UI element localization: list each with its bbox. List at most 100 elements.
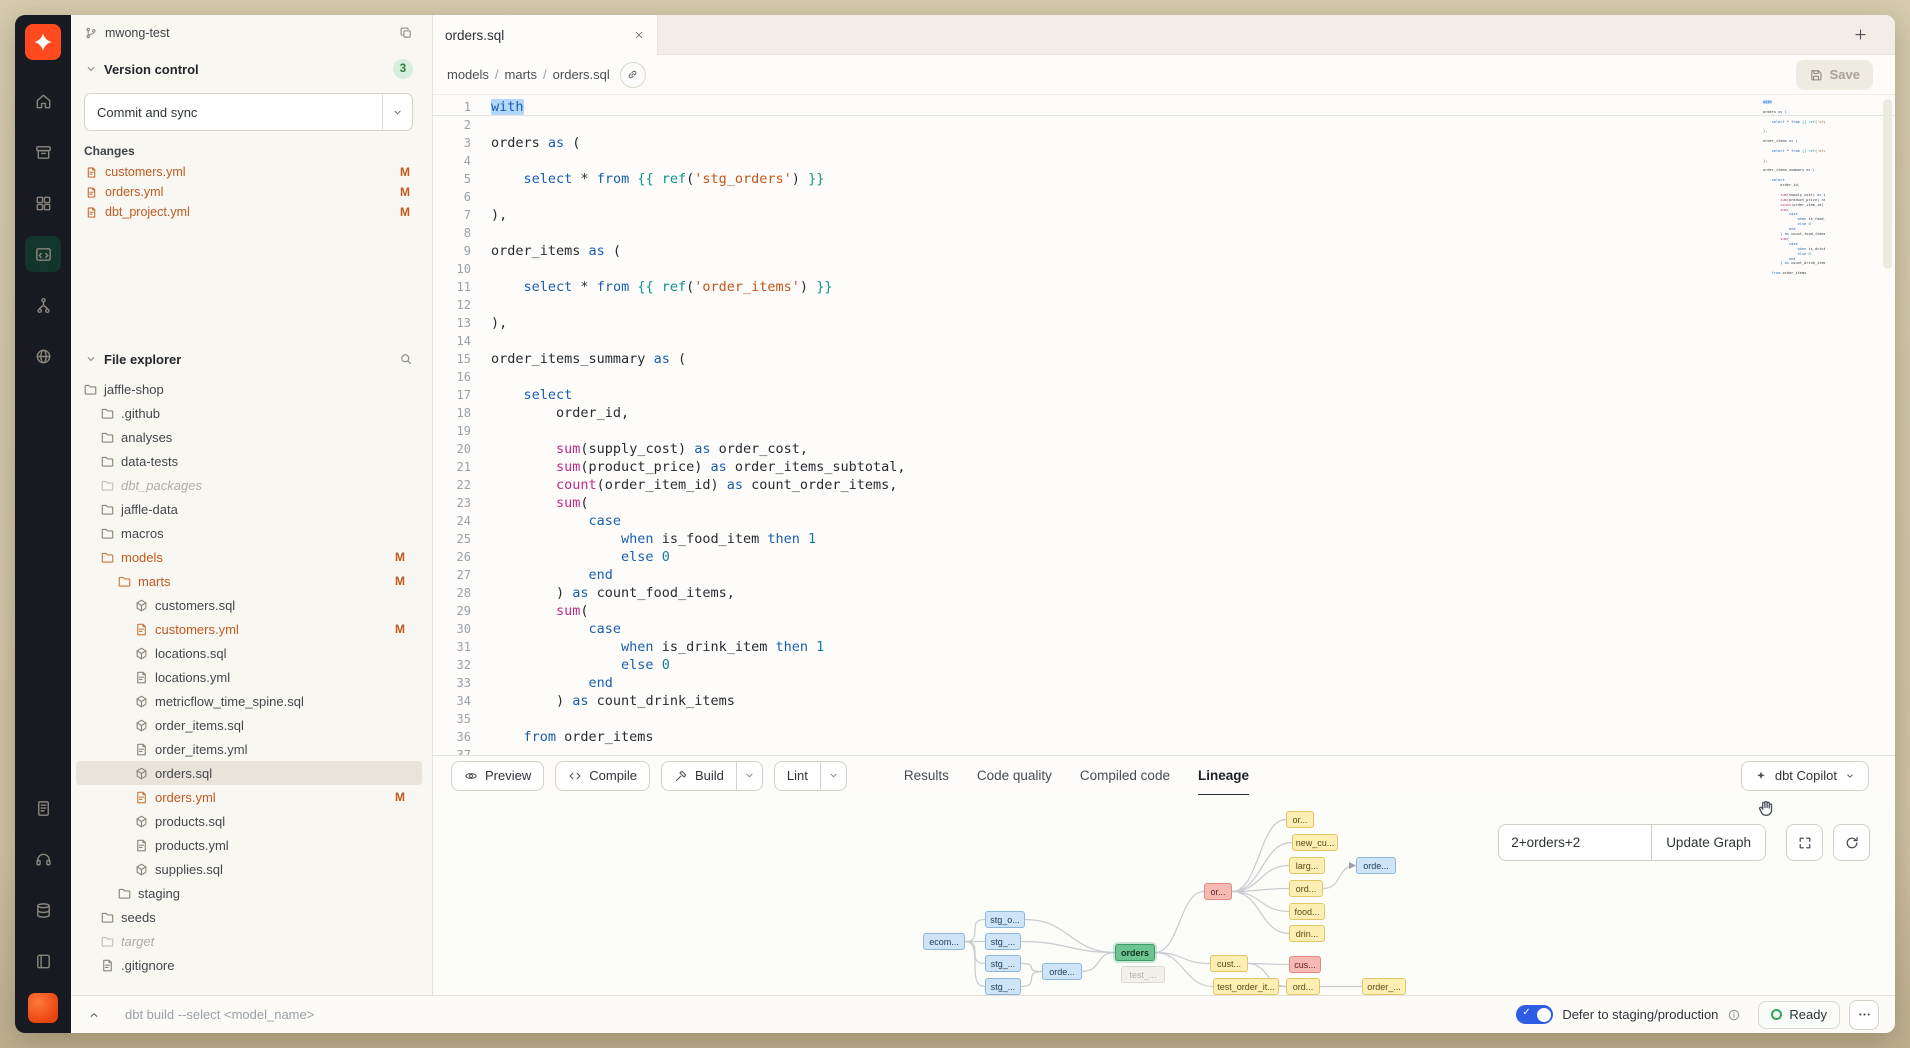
file-explorer-header[interactable]: File explorer	[71, 341, 432, 377]
chevron-down-icon[interactable]	[382, 94, 412, 130]
lineage-node-or[interactable]: or...	[1204, 883, 1232, 900]
code-line[interactable]: 20 sum(supply_cost) as order_cost,	[433, 440, 1895, 458]
code-line[interactable]: 16	[433, 368, 1895, 386]
breadcrumb-item[interactable]: orders.sql	[553, 67, 610, 82]
editor-scrollbar[interactable]	[1883, 99, 1892, 269]
code-line[interactable]: 21 sum(product_price) as order_items_sub…	[433, 458, 1895, 476]
tree-item-jaffle-data[interactable]: jaffle-data	[76, 497, 422, 521]
tree-item-orders.sql[interactable]: orders.sql	[76, 761, 422, 785]
refresh-icon[interactable]	[1833, 824, 1870, 861]
code-line[interactable]: 29 sum(	[433, 602, 1895, 620]
code-line[interactable]: 2	[433, 116, 1895, 134]
code-line[interactable]: 17 select	[433, 386, 1895, 404]
tree-item-jaffle-shop[interactable]: jaffle-shop	[76, 377, 422, 401]
code-line[interactable]: 12	[433, 296, 1895, 314]
tab-results[interactable]: Results	[904, 756, 949, 795]
code-line[interactable]: 1with	[433, 98, 1895, 116]
tree-item-locations.yml[interactable]: locations.yml	[76, 665, 422, 689]
lineage-node-test_[interactable]: test_...	[1121, 966, 1165, 983]
nav-item-docs[interactable]	[25, 943, 61, 979]
tab-code-quality[interactable]: Code quality	[977, 756, 1052, 795]
lineage-node-or[interactable]: or...	[1286, 811, 1314, 828]
tree-item-target[interactable]: target	[76, 929, 422, 953]
tree-item-marts[interactable]: martsM	[76, 569, 422, 593]
nav-item-orchestration[interactable]	[25, 287, 61, 323]
code-editor[interactable]: 1with23orders as (45 select * from {{ re…	[433, 95, 1895, 755]
lineage-node-orde[interactable]: orde...	[1042, 963, 1082, 980]
nav-item-develop-ide[interactable]	[25, 236, 61, 272]
breadcrumb-item[interactable]: models	[447, 67, 489, 82]
tree-item-.gitignore[interactable]: .gitignore	[76, 953, 422, 977]
info-icon[interactable]	[1727, 1008, 1741, 1022]
code-line[interactable]: 5 select * from {{ ref('stg_orders') }}	[433, 170, 1895, 188]
nav-item-support[interactable]	[25, 841, 61, 877]
lineage-node-larg[interactable]: larg...	[1289, 857, 1325, 874]
code-line[interactable]: 22 count(order_item_id) as count_order_i…	[433, 476, 1895, 494]
code-line[interactable]: 24 case	[433, 512, 1895, 530]
tree-item-.github[interactable]: .github	[76, 401, 422, 425]
lineage-node-test_order_it[interactable]: test_order_it...	[1213, 978, 1279, 995]
tree-item-customers.sql[interactable]: customers.sql	[76, 593, 422, 617]
copy-icon[interactable]	[399, 26, 413, 40]
code-line[interactable]: 36 from order_items	[433, 728, 1895, 746]
fullscreen-icon[interactable]	[1786, 824, 1823, 861]
code-line[interactable]: 3orders as (	[433, 134, 1895, 152]
lineage-node-orde[interactable]: orde...	[1356, 857, 1396, 874]
code-line[interactable]: 15order_items_summary as (	[433, 350, 1895, 368]
nav-item-apps[interactable]	[25, 185, 61, 221]
code-line[interactable]: 32 else 0	[433, 656, 1895, 674]
tree-item-orders.yml[interactable]: orders.ymlM	[76, 785, 422, 809]
tree-item-dbt_packages[interactable]: dbt_packages	[76, 473, 422, 497]
lineage-selector-input[interactable]	[1499, 825, 1651, 860]
tree-item-locations.sql[interactable]: locations.sql	[76, 641, 422, 665]
tree-item-staging[interactable]: staging	[76, 881, 422, 905]
code-line[interactable]: 26 else 0	[433, 548, 1895, 566]
tree-item-metricflow_time_spine.sql[interactable]: metricflow_time_spine.sql	[76, 689, 422, 713]
lineage-node-stg_[interactable]: stg_...	[985, 955, 1021, 972]
expand-panel-button[interactable]	[81, 1002, 107, 1028]
tree-item-products.yml[interactable]: products.yml	[76, 833, 422, 857]
tree-item-macros[interactable]: macros	[76, 521, 422, 545]
lineage-node-new_cu[interactable]: new_cu...	[1292, 834, 1338, 851]
code-line[interactable]: 4	[433, 152, 1895, 170]
changed-file-dbt_project.yml[interactable]: dbt_project.ymlM	[71, 202, 432, 222]
lineage-node-orders[interactable]: orders	[1115, 944, 1155, 961]
breadcrumb-item[interactable]: marts	[505, 67, 538, 82]
changed-file-orders.yml[interactable]: orders.ymlM	[71, 182, 432, 202]
code-line[interactable]: 28 ) as count_food_items,	[433, 584, 1895, 602]
tree-item-analyses[interactable]: analyses	[76, 425, 422, 449]
commit-and-sync-button[interactable]: Commit and sync	[84, 93, 413, 131]
nav-item-projects[interactable]	[25, 134, 61, 170]
tree-item-supplies.sql[interactable]: supplies.sql	[76, 857, 422, 881]
code-line[interactable]: 13),	[433, 314, 1895, 332]
code-line[interactable]: 25 when is_food_item then 1	[433, 530, 1895, 548]
new-tab-button[interactable]	[1847, 22, 1873, 48]
code-line[interactable]: 27 end	[433, 566, 1895, 584]
tab-lineage[interactable]: Lineage	[1198, 756, 1249, 795]
code-line[interactable]: 14	[433, 332, 1895, 350]
changed-file-customers.yml[interactable]: customers.ymlM	[71, 162, 432, 182]
lineage-node-order_[interactable]: order_...	[1362, 978, 1406, 995]
minimap[interactable]: withorders as ( select * from {{ ref('st…	[1763, 100, 1825, 380]
build-button[interactable]: Build	[661, 761, 737, 791]
copy-link-button[interactable]	[620, 62, 646, 88]
nav-item-explore[interactable]	[25, 338, 61, 374]
tree-item-customers.yml[interactable]: customers.ymlM	[76, 617, 422, 641]
version-control-header[interactable]: Version control 3	[71, 51, 432, 87]
code-line[interactable]: 9order_items as (	[433, 242, 1895, 260]
command-hint[interactable]: dbt build --select <model_name>	[125, 1007, 314, 1022]
nav-item-notebooks[interactable]	[25, 790, 61, 826]
code-line[interactable]: 11 select * from {{ ref('order_items') }…	[433, 278, 1895, 296]
lineage-node-ord[interactable]: ord...	[1289, 880, 1323, 897]
lineage-node-stg_o[interactable]: stg_o...	[985, 911, 1025, 928]
branch-row[interactable]: mwong-test	[71, 15, 432, 51]
lineage-node-cus[interactable]: cus...	[1289, 956, 1321, 973]
lineage-node-drin[interactable]: drin...	[1289, 925, 1325, 942]
code-line[interactable]: 6	[433, 188, 1895, 206]
code-line[interactable]: 7),	[433, 206, 1895, 224]
code-line[interactable]: 37	[433, 746, 1895, 755]
compile-button[interactable]: Compile	[555, 761, 650, 791]
code-line[interactable]: 10	[433, 260, 1895, 278]
nav-item-catalog[interactable]	[25, 892, 61, 928]
lineage-node-stg_[interactable]: stg_...	[985, 933, 1021, 950]
